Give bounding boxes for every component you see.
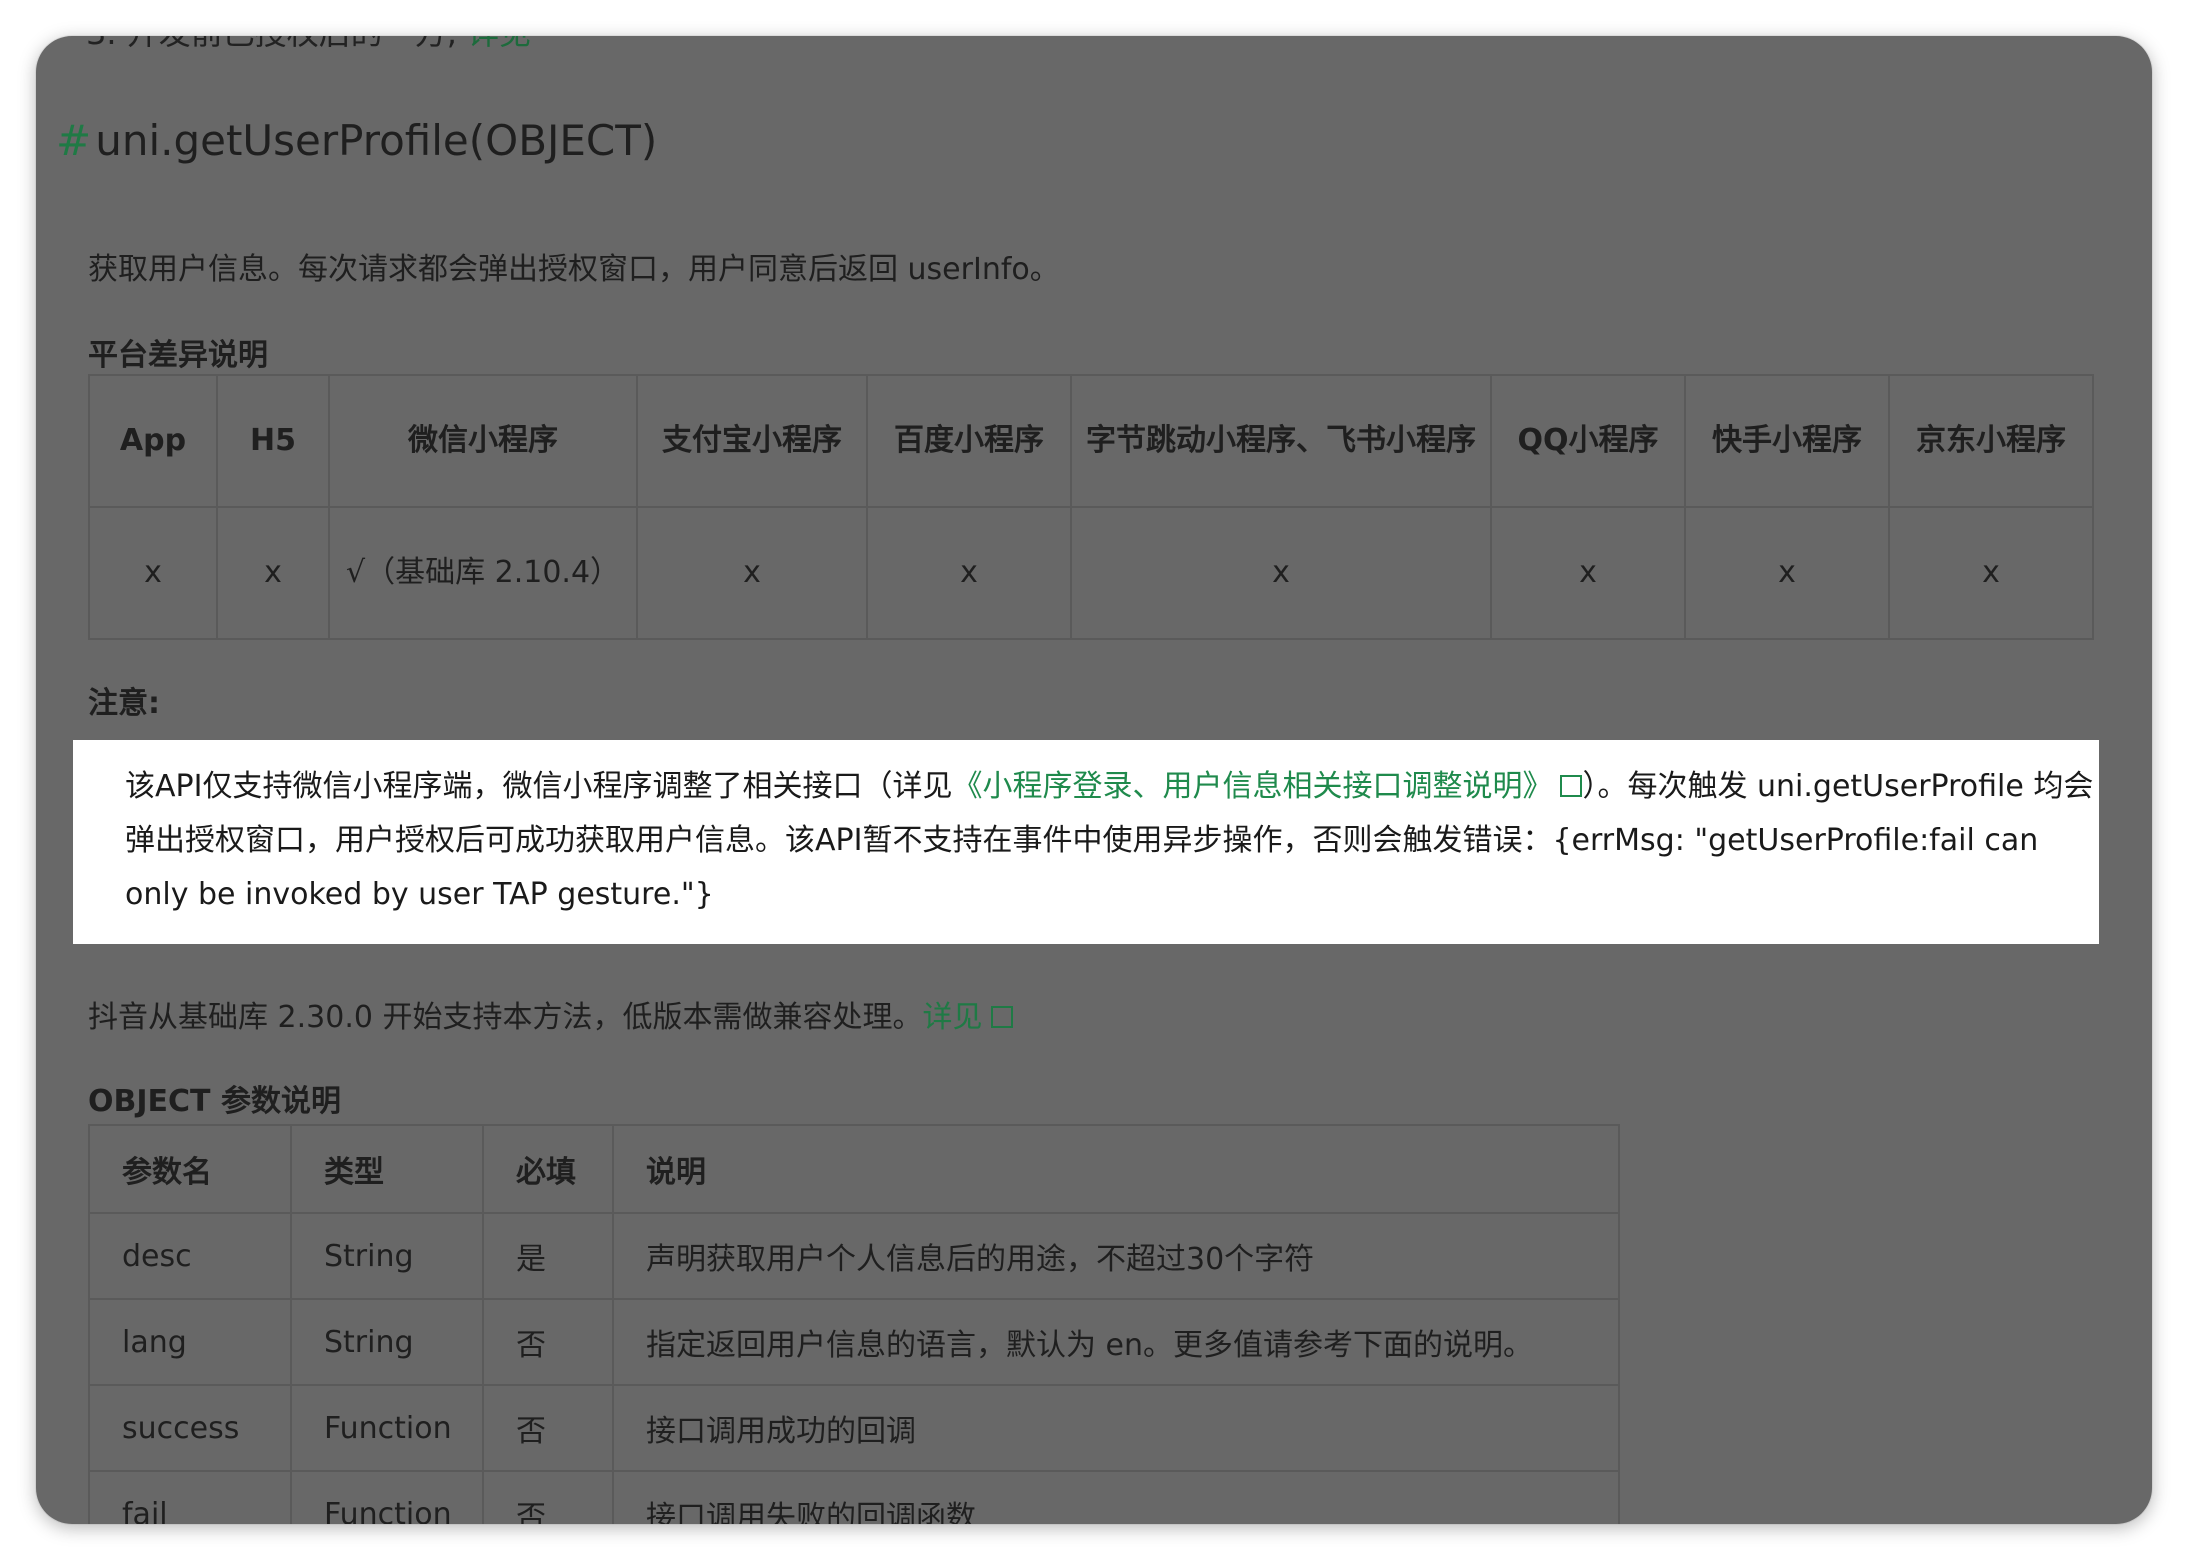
platform-cell: x (1684, 506, 1890, 640)
platform-table: App H5 微信小程序 支付宝小程序 百度小程序 字节跳动小程序、飞书小程序 … (88, 374, 2094, 640)
platform-header: 支付宝小程序 (636, 374, 868, 508)
external-link-icon (1560, 775, 1583, 797)
param-type: Function (290, 1470, 484, 1524)
platform-support-row: x x √（基础库 2.10.4） x x x x x x (88, 506, 2094, 640)
platform-header: App (88, 374, 218, 508)
adjustment-doc-link[interactable]: 《小程序登录、用户信息相关接口调整说明》 (952, 769, 1583, 804)
table-row: desc String 是 声明获取用户个人信息后的用途，不超过30个字符 (88, 1212, 1620, 1300)
douyin-note: 抖音从基础库 2.30.0 开始支持本方法，低版本需做兼容处理。详见 (88, 992, 1013, 1036)
param-name: success (88, 1384, 292, 1472)
table-row: lang String 否 指定返回用户信息的语言，默认为 en。更多值请参考下… (88, 1298, 1620, 1386)
param-required: 是 (482, 1212, 614, 1300)
platform-header-row: App H5 微信小程序 支付宝小程序 百度小程序 字节跳动小程序、飞书小程序 … (88, 374, 2094, 508)
platform-section-title: 平台差异说明 (88, 338, 268, 373)
param-type: Function (290, 1384, 484, 1472)
platform-cell: x (88, 506, 218, 640)
param-name: lang (88, 1298, 292, 1386)
param-desc: 声明获取用户个人信息后的用途，不超过30个字符 (612, 1212, 1620, 1300)
param-required: 否 (482, 1298, 614, 1386)
platform-header: 微信小程序 (328, 374, 638, 508)
platform-cell: x (1888, 506, 2094, 640)
platform-header: 百度小程序 (866, 374, 1072, 508)
params-header: 必填 (482, 1124, 614, 1214)
heading-anchor-link[interactable]: # (56, 116, 91, 165)
param-required: 否 (482, 1470, 614, 1524)
platform-header: 字节跳动小程序、飞书小程序 (1070, 374, 1492, 508)
page-heading: #uni.getUserProfile(OBJECT) (56, 116, 657, 165)
param-type: String (290, 1212, 484, 1300)
object-section-title: OBJECT 参数说明 (88, 1084, 341, 1119)
params-header: 参数名 (88, 1124, 292, 1214)
platform-header: H5 (216, 374, 330, 508)
param-desc: 接口调用失败的回调函数 (612, 1470, 1620, 1524)
platform-cell: x (1070, 506, 1492, 640)
clipped-link[interactable]: 详见 (467, 36, 531, 52)
params-header: 说明 (612, 1124, 1620, 1214)
table-row: fail Function 否 接口调用失败的回调函数 (88, 1470, 1620, 1524)
platform-cell: x (216, 506, 330, 640)
api-description: 获取用户信息。每次请求都会弹出授权窗口，用户同意后返回 userInfo。 (88, 252, 1060, 287)
doc-window: 3. 开发前已授权后的一方, 详见 #uni.getUserProfile(OB… (36, 36, 2152, 1524)
highlighted-notice: 该API仅支持微信小程序端，微信小程序调整了相关接口（详见《小程序登录、用户信息… (73, 740, 2099, 944)
platform-cell: x (1490, 506, 1686, 640)
platform-cell: √（基础库 2.10.4） (328, 506, 638, 640)
platform-header: 快手小程序 (1684, 374, 1890, 508)
platform-header: 京东小程序 (1888, 374, 2094, 508)
param-desc: 接口调用成功的回调 (612, 1384, 1620, 1472)
clipped-previous-line: 3. 开发前已授权后的一方, 详见 (86, 36, 531, 54)
platform-cell: x (636, 506, 868, 640)
notice-text: 该API仅支持微信小程序端，微信小程序调整了相关接口（详见《小程序登录、用户信息… (125, 769, 2094, 912)
params-header-row: 参数名 类型 必填 说明 (88, 1124, 1620, 1214)
param-name: fail (88, 1470, 292, 1524)
platform-header: QQ小程序 (1490, 374, 1686, 508)
platform-cell: x (866, 506, 1072, 640)
table-row: success Function 否 接口调用成功的回调 (88, 1384, 1620, 1472)
params-table: 参数名 类型 必填 说明 desc String 是 声明获取用户个人信息后的用… (88, 1124, 1620, 1524)
external-link-icon (990, 1006, 1013, 1028)
param-name: desc (88, 1212, 292, 1300)
heading-title: uni.getUserProfile(OBJECT) (95, 116, 658, 165)
param-required: 否 (482, 1384, 614, 1472)
notice-title: 注意: (88, 686, 160, 721)
param-desc: 指定返回用户信息的语言，默认为 en。更多值请参考下面的说明。 (612, 1298, 1620, 1386)
douyin-detail-link[interactable]: 详见 (923, 1000, 1013, 1035)
param-type: String (290, 1298, 484, 1386)
params-header: 类型 (290, 1124, 484, 1214)
